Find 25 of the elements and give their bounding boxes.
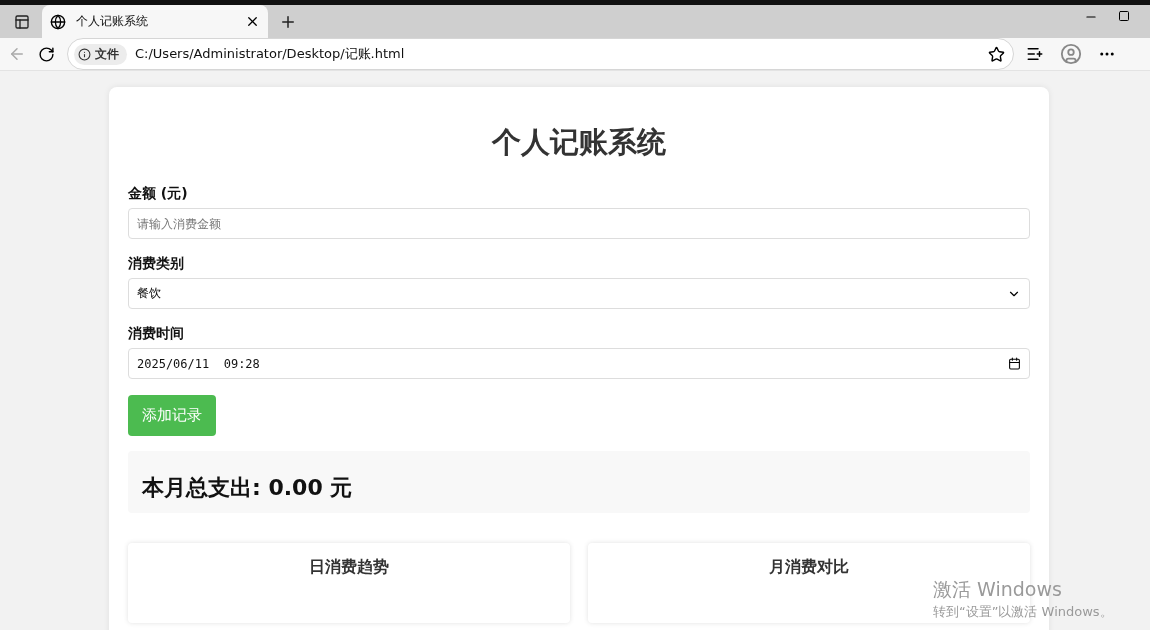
tab-title: 个人记账系统 bbox=[76, 13, 149, 30]
site-info-badge[interactable]: 文件 bbox=[74, 43, 127, 65]
chart-title: 日消费趋势 bbox=[309, 557, 389, 578]
favorites-icon[interactable] bbox=[1026, 45, 1044, 63]
calendar-icon[interactable] bbox=[1008, 357, 1021, 370]
activation-text: 转到“设置”以激活 Windows。 bbox=[933, 603, 1113, 621]
datetime-input-field[interactable]: 2025/06/11 09:28 bbox=[128, 348, 1030, 379]
field-label: 消费时间 bbox=[128, 325, 185, 343]
globe-icon bbox=[50, 13, 66, 30]
page-title: 个人记账系统 bbox=[491, 124, 667, 161]
monthly-total-text: 本月总支出: 0.00 元 bbox=[142, 474, 353, 502]
chart-title: 月消费对比 bbox=[769, 557, 849, 578]
url-text: C:/Users/Administrator/Desktop/记账.html bbox=[135, 45, 406, 63]
maximize-icon[interactable] bbox=[1118, 9, 1130, 22]
field-label: 消费类别 bbox=[128, 255, 185, 273]
field-label: 金额 (元) bbox=[128, 185, 189, 203]
address-bar[interactable]: 文件 C:/Users/Administrator/Desktop/记账.html bbox=[67, 38, 1014, 70]
amount-input-field[interactable]: 请输入消费金额 bbox=[128, 208, 1030, 239]
category-select[interactable]: 餐饮 bbox=[128, 278, 1030, 309]
close-icon[interactable] bbox=[245, 14, 260, 29]
reload-icon[interactable] bbox=[38, 45, 55, 63]
browser-tab[interactable]: 个人记账系统 bbox=[42, 5, 268, 38]
profile-icon[interactable] bbox=[1060, 43, 1082, 65]
activation-title: 激活 Windows bbox=[933, 577, 1063, 602]
favorite-star-icon[interactable] bbox=[988, 45, 1005, 63]
